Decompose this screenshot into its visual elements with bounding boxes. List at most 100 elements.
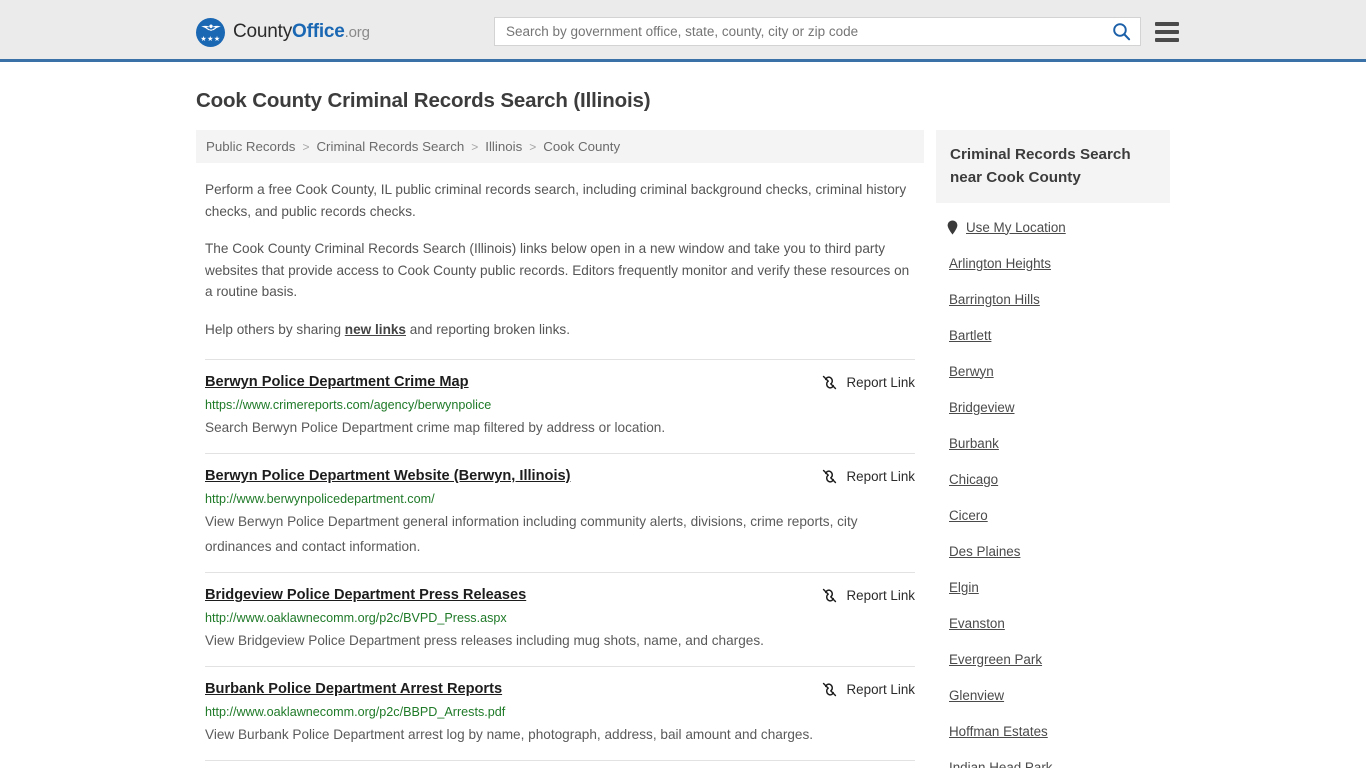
result-description: View Berwyn Police Department general in…	[205, 514, 858, 554]
intro-paragraph-2: The Cook County Criminal Records Search …	[205, 241, 910, 299]
intro-paragraph-3-before: Help others by sharing	[205, 321, 345, 337]
search-input[interactable]	[506, 18, 1110, 45]
breadcrumb-item-illinois[interactable]: Illinois	[485, 139, 522, 154]
sidebar-item-barrington-hills[interactable]: Barrington Hills	[936, 281, 1170, 317]
sidebar-item-cicero[interactable]: Cicero	[936, 497, 1170, 533]
intro-paragraph-1: Perform a free Cook County, IL public cr…	[205, 182, 907, 219]
report-link-button[interactable]: Report Link	[821, 373, 915, 391]
report-link-button[interactable]: Report Link	[821, 680, 915, 698]
sidebar-link[interactable]: Evanston	[949, 616, 1005, 631]
sidebar-item-indian-head-park[interactable]: Indian Head Park	[936, 749, 1170, 768]
sidebar-item-glenview[interactable]: Glenview	[936, 677, 1170, 713]
sidebar-link[interactable]: Indian Head Park	[949, 760, 1052, 768]
sidebar-link[interactable]: Glenview	[949, 688, 1004, 703]
result-header: Berwyn Police Department Crime Map Repor…	[205, 373, 915, 392]
page-container: Cook County Criminal Records Search (Ill…	[0, 89, 1366, 768]
sidebar-item-des-plaines[interactable]: Des Plaines	[936, 533, 1170, 569]
report-link-label: Report Link	[846, 682, 915, 697]
result-item: Burbank Police Department Arrest Reports…	[205, 666, 915, 760]
broken-link-icon	[822, 375, 836, 390]
breadcrumb-item-public-records[interactable]: Public Records	[206, 139, 295, 154]
sidebar-link[interactable]: Bartlett	[949, 328, 991, 343]
result-header: Burbank Police Department Arrest Reports…	[205, 680, 915, 699]
broken-link-icon	[822, 682, 836, 697]
map-pin-icon	[947, 219, 958, 235]
result-header: Bridgeview Police Department Press Relea…	[205, 586, 915, 605]
sidebar-link[interactable]: Chicago	[949, 472, 998, 487]
sidebar-item-evanston[interactable]: Evanston	[936, 605, 1170, 641]
sidebar-link[interactable]: Berwyn	[949, 364, 994, 379]
intro-paragraph-3: Help others by sharing new links and rep…	[205, 319, 915, 341]
result-item: Berwyn Police Department Crime Map Repor…	[205, 359, 915, 453]
sidebar-item-burbank[interactable]: Burbank	[936, 425, 1170, 461]
results-list: Berwyn Police Department Crime Map Repor…	[196, 359, 924, 768]
page-title: Cook County Criminal Records Search (Ill…	[196, 89, 651, 112]
search-box[interactable]	[494, 17, 1141, 46]
sidebar-link[interactable]: Elgin	[949, 580, 979, 595]
sidebar-link[interactable]: Des Plaines	[949, 544, 1020, 559]
report-link-label: Report Link	[846, 588, 915, 603]
result-item: Bridgeview Police Department Press Relea…	[205, 572, 915, 666]
result-description: View Bridgeview Police Department press …	[205, 633, 764, 648]
sidebar-item-evergreen-park[interactable]: Evergreen Park	[936, 641, 1170, 677]
sidebar-item-arlington-heights[interactable]: Arlington Heights	[936, 245, 1170, 281]
breadcrumb-separator: >	[302, 139, 310, 154]
hamburger-bar	[1155, 37, 1179, 42]
use-my-location-link[interactable]: Use My Location	[966, 220, 1066, 235]
intro-paragraph-3-after: and reporting broken links.	[406, 321, 570, 337]
broken-link-icon	[822, 469, 836, 484]
result-title-link[interactable]: Berwyn Police Department Website (Berwyn…	[205, 467, 570, 486]
sidebar-item-elgin[interactable]: Elgin	[936, 569, 1170, 605]
eagle-seal-icon: ★★★	[196, 17, 225, 47]
sidebar-item-bartlett[interactable]: Bartlett	[936, 317, 1170, 353]
result-url[interactable]: http://www.oaklawnecomm.org/p2c/BVPD_Pre…	[205, 610, 915, 626]
sidebar-item-berwyn[interactable]: Berwyn	[936, 353, 1170, 389]
result-item: Burbank Police Department Logs Report Li…	[205, 760, 915, 768]
result-title-link[interactable]: Bridgeview Police Department Press Relea…	[205, 586, 526, 605]
logo-wordmark: CountyOffice.org	[233, 17, 370, 47]
search-icon[interactable]	[1110, 21, 1132, 43]
sidebar-item-hoffman-estates[interactable]: Hoffman Estates	[936, 713, 1170, 749]
sidebar-nearby-list: Use My Location Arlington Heights Barrin…	[936, 209, 1170, 768]
hamburger-bar	[1155, 21, 1179, 26]
sidebar-item-bridgeview[interactable]: Bridgeview	[936, 389, 1170, 425]
sidebar-link[interactable]: Barrington Hills	[949, 292, 1040, 307]
result-url[interactable]: http://www.berwynpolicedepartment.com/	[205, 491, 915, 507]
breadcrumb: Public Records > Criminal Records Search…	[196, 130, 924, 163]
breadcrumb-item-criminal-records-search[interactable]: Criminal Records Search	[316, 139, 464, 154]
result-url[interactable]: https://www.crimereports.com/agency/berw…	[205, 397, 915, 413]
result-title-link[interactable]: Berwyn Police Department Crime Map	[205, 373, 469, 392]
sidebar-link[interactable]: Cicero	[949, 508, 988, 523]
breadcrumb-separator: >	[529, 139, 537, 154]
sidebar-item-use-my-location[interactable]: Use My Location	[936, 209, 1170, 245]
hamburger-bar	[1155, 29, 1179, 34]
sidebar-link[interactable]: Hoffman Estates	[949, 724, 1048, 739]
main-column: Public Records > Criminal Records Search…	[196, 130, 924, 768]
site-logo[interactable]: ★★★ CountyOffice.org	[196, 17, 370, 47]
intro-section: Perform a free Cook County, IL public cr…	[196, 179, 924, 340]
sidebar-item-chicago[interactable]: Chicago	[936, 461, 1170, 497]
header-search-area	[494, 17, 1179, 46]
logo-word-office: Office	[292, 21, 345, 42]
result-header: Berwyn Police Department Website (Berwyn…	[205, 467, 915, 486]
report-link-button[interactable]: Report Link	[821, 586, 915, 604]
sidebar-link[interactable]: Evergreen Park	[949, 652, 1042, 667]
result-title-link[interactable]: Burbank Police Department Arrest Reports	[205, 680, 502, 699]
logo-word-county: County	[233, 21, 293, 42]
new-links-link[interactable]: new links	[345, 322, 406, 337]
result-url[interactable]: http://www.oaklawnecomm.org/p2c/BBPD_Arr…	[205, 704, 915, 720]
content-columns: Public Records > Criminal Records Search…	[196, 130, 1170, 768]
broken-link-icon	[822, 588, 836, 603]
report-link-label: Report Link	[846, 375, 915, 390]
sidebar-link[interactable]: Arlington Heights	[949, 256, 1051, 271]
logo-word-org: .org	[344, 24, 370, 41]
report-link-button[interactable]: Report Link	[821, 467, 915, 485]
sidebar-link[interactable]: Burbank	[949, 436, 999, 451]
result-item: Berwyn Police Department Website (Berwyn…	[205, 453, 915, 572]
sidebar-link[interactable]: Bridgeview	[949, 400, 1015, 415]
hamburger-menu-icon[interactable]	[1155, 21, 1179, 42]
sidebar-heading-card: Criminal Records Search near Cook County	[936, 130, 1170, 203]
breadcrumb-item-cook-county[interactable]: Cook County	[543, 139, 620, 154]
sidebar: Criminal Records Search near Cook County…	[936, 130, 1170, 768]
site-header: ★★★ CountyOffice.org	[0, 0, 1366, 62]
